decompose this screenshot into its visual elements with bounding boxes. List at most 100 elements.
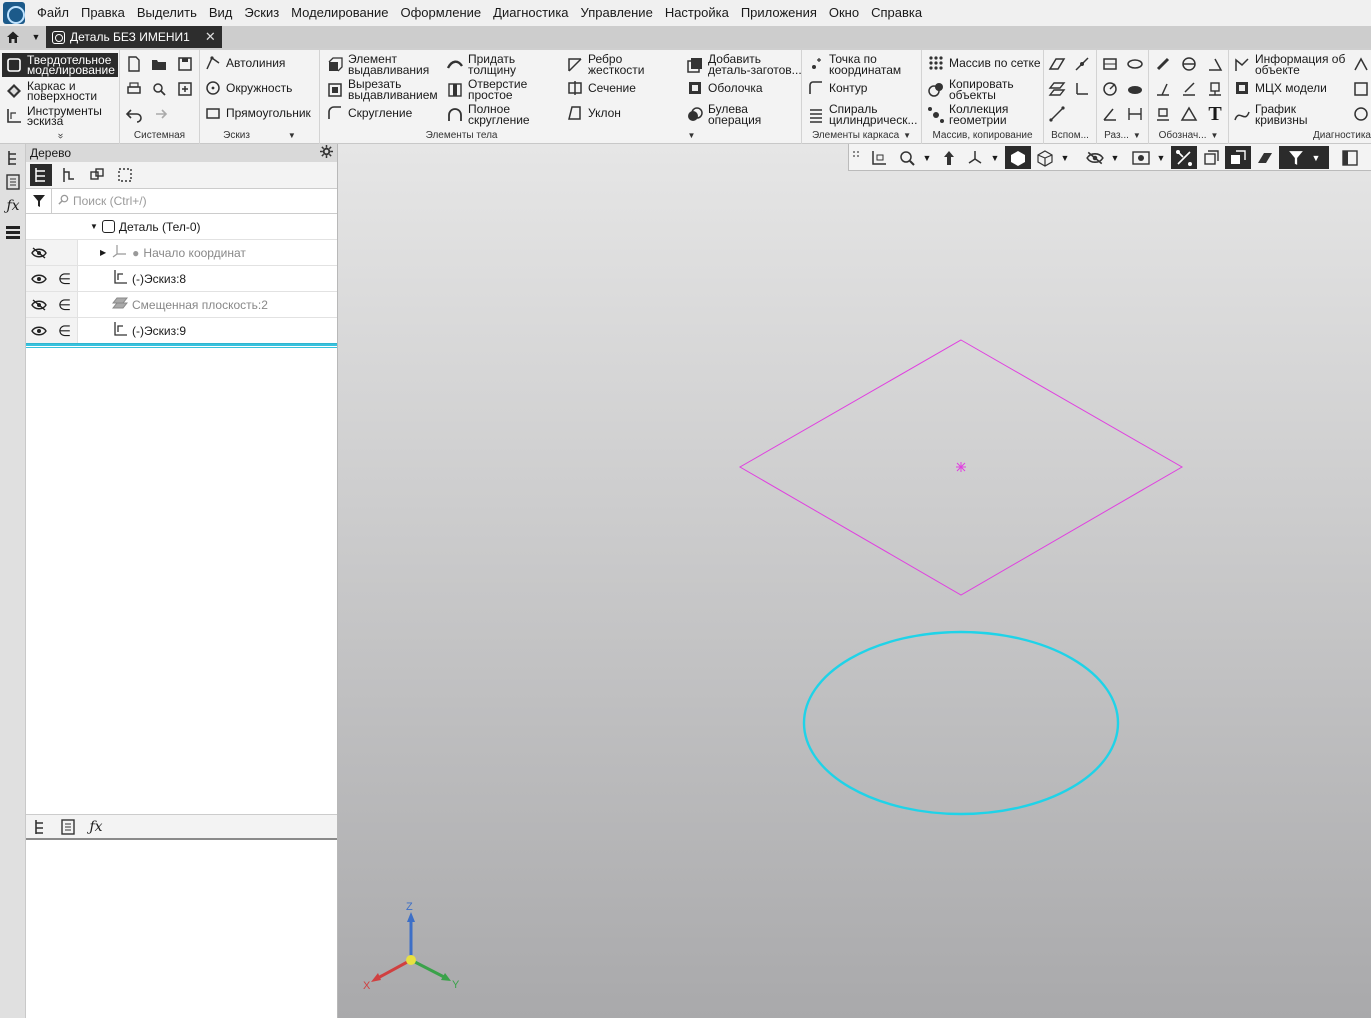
rotate-icon[interactable] [937,146,961,169]
point-by-coordinates-button[interactable]: Точка по координатам [807,53,921,76]
include-icon[interactable]: ∈ [52,292,78,317]
triangle-icon[interactable] [1179,104,1199,124]
menu-apps[interactable]: Приложения [735,0,823,26]
tree-row-origin[interactable]: ▶ ● Начало координат [26,240,337,266]
draft-button[interactable]: Уклон [566,104,621,122]
panel-toggle-icon[interactable] [1335,146,1365,169]
menu-view[interactable]: Вид [203,0,239,26]
mode-sketch-tools-button[interactable]: Инструменты эскиза [2,104,118,128]
menu-help[interactable]: Справка [865,0,928,26]
perspective-icon[interactable] [1225,146,1251,169]
print-icon[interactable] [124,79,144,99]
tree-row-sketch9[interactable]: ∈ (-)Эскиз:9 [26,318,337,344]
hide-icon[interactable] [1083,146,1107,169]
include-icon[interactable]: ∈ [52,318,78,343]
chevron-down-icon[interactable]: ▼ [989,146,1001,169]
extrude-button[interactable]: Элемент выдавливания [326,53,432,76]
full-round-button[interactable]: Полное скругление [446,103,538,126]
group-label-dim[interactable]: Раз... ▼ [1097,129,1148,143]
fillet-button[interactable]: Скругление [326,104,412,122]
tree-row-sketch8[interactable]: ∈ (-)Эскиз:8 [26,266,337,292]
preview-icon[interactable] [149,79,169,99]
section-button[interactable]: Сечение [566,79,636,97]
normal-view-icon[interactable] [867,146,891,169]
chevron-down-icon[interactable]: ▼ [903,131,911,140]
chevron-down-icon[interactable]: ▼ [288,131,296,140]
hidden-eye-icon[interactable] [26,292,52,317]
geometry-collection-button[interactable]: Коллекция геометрии [927,103,1029,126]
group-label-sketch[interactable]: Эскиз ▼ [200,129,319,143]
measure-icon[interactable] [1125,54,1145,74]
display-settings-icon[interactable] [1129,146,1153,169]
leader-icon[interactable] [1205,54,1225,74]
linear-dim-icon[interactable] [1125,104,1145,124]
group-label-frame[interactable]: Элементы каркаса ▼ [802,129,921,143]
visible-eye-icon[interactable] [26,266,52,291]
shell-button[interactable]: Оболочка [686,79,763,97]
close-icon[interactable]: ✕ [205,29,216,45]
menu-select[interactable]: Выделить [131,0,203,26]
tree-search-input[interactable]: Поиск (Ctrl+/) [52,190,337,212]
chevron-down-icon[interactable]: ▼ [1133,131,1141,140]
filter-selection-button[interactable]: ▼ [1279,146,1329,169]
properties-icon[interactable] [175,79,195,99]
new-file-icon[interactable] [124,54,144,74]
visible-eye-icon[interactable] [26,318,52,343]
snap-icon[interactable] [1171,146,1197,169]
group-label-body[interactable]: Элементы тела ▼ [320,129,801,143]
check-icon[interactable] [1351,79,1371,99]
chevron-down-icon[interactable]: ▼ [1059,146,1071,169]
3d-viewport[interactable]: Z X Y ▼ ▼ ▼ ▼ ▼ ▼ [338,144,1371,1018]
circle-button[interactable]: Окружность [204,79,292,97]
roughness-icon[interactable] [1153,54,1173,74]
autoline-button[interactable]: Автолиния [204,54,285,72]
section-view-icon[interactable] [1199,146,1223,169]
angle-dim-icon[interactable] [1100,104,1120,124]
position-icon[interactable] [1153,104,1173,124]
thicken-button[interactable]: Придать толщину [446,53,538,76]
mass-properties-button[interactable]: МЦХ модели [1233,79,1327,97]
save-icon[interactable] [175,54,195,74]
add-part-button[interactable]: Добавить деталь-заготов... [686,53,803,76]
group-label-desig[interactable]: Обознач... ▼ [1149,129,1228,143]
dimension-icon[interactable] [1100,54,1120,74]
cs-icon[interactable] [1072,79,1092,99]
mode-solid-button[interactable]: Твердотельное моделирование [2,53,118,77]
tree-end-marker[interactable] [26,344,337,348]
menu-edit[interactable]: Правка [75,0,131,26]
hole-button[interactable]: Отверстие простое [446,78,538,101]
contour-button[interactable]: Контур [807,79,867,97]
menu-diagnostics[interactable]: Диагностика [487,0,574,26]
redo-icon[interactable] [149,104,169,124]
analysis-icon[interactable] [1351,104,1371,124]
shaded-view-icon[interactable] [1005,146,1031,169]
menu-design[interactable]: Оформление [394,0,487,26]
mode-frame-button[interactable]: Каркас и поверхности [2,79,118,103]
undo-icon[interactable] [124,104,144,124]
open-folder-icon[interactable] [149,54,169,74]
offset-plane-icon[interactable] [1047,79,1067,99]
diameter-dim-icon[interactable] [1125,79,1145,99]
array-grid-button[interactable]: Массив по сетке [927,54,1041,72]
line-icon[interactable] [1047,104,1067,124]
include-icon[interactable]: ∈ [52,266,78,291]
orientation-icon[interactable] [963,146,987,169]
chevron-down-icon[interactable]: ▼ [921,146,933,169]
expand-triangle-icon[interactable]: ▼ [90,222,98,231]
gear-icon[interactable] [320,145,333,161]
chevron-down-icon[interactable]: ▼ [1109,146,1121,169]
radius-dim-icon[interactable] [1100,79,1120,99]
chevron-down-icon[interactable]: ▼ [1211,131,1219,140]
expand-arrow-icon[interactable]: ▶ [100,248,106,257]
menu-settings[interactable]: Настройка [659,0,735,26]
menu-sketch[interactable]: Эскиз [238,0,285,26]
tab-list-chevron-icon[interactable]: ▼ [26,26,46,48]
scene-canvas[interactable]: Z X Y [338,144,1371,1018]
menu-window[interactable]: Окно [823,0,865,26]
marking-icon[interactable] [1179,79,1199,99]
tab-document[interactable]: Деталь БЕЗ ИМЕНИ1 ✕ [46,26,222,48]
parameters-panel-icon[interactable] [3,172,23,192]
modes-expand-icon[interactable]: » [53,131,67,141]
filter-icon[interactable] [26,188,52,214]
tree-row-offset-plane[interactable]: ∈ Смещенная плоскость:2 [26,292,337,318]
